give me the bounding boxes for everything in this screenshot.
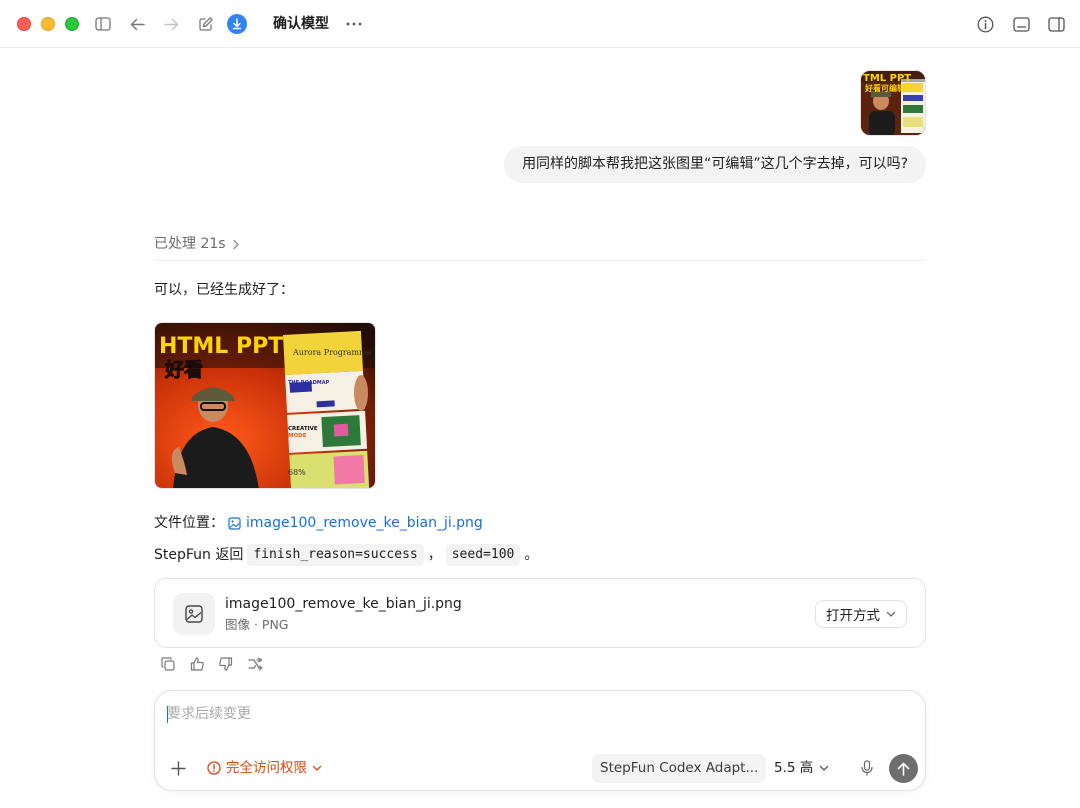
model-selector[interactable]: StepFun Codex Adapt...	[592, 754, 767, 783]
access-level-label: 完全访问权限	[226, 760, 307, 776]
new-chat-icon[interactable]	[196, 14, 216, 34]
open-with-label: 打开方式	[826, 608, 880, 624]
minimize-window-button[interactable]	[41, 17, 55, 31]
separator: ，	[427, 547, 442, 563]
close-window-button[interactable]	[17, 17, 31, 31]
file-location-label: 文件位置：	[154, 515, 224, 531]
svg-text:TML PPT: TML PPT	[863, 73, 911, 84]
panel-bottom-icon[interactable]	[1011, 14, 1031, 34]
inline-code-seed: seed=100	[445, 544, 521, 566]
back-arrow-icon[interactable]	[127, 14, 147, 34]
file-location-line: 文件位置： image100_remove_ke_bian_ji.png	[154, 513, 483, 533]
thumbs-up-icon[interactable]	[189, 656, 205, 672]
card-creative-text: CREATIVE	[288, 426, 318, 432]
generated-image-preview[interactable]: Aurora Programme THE ROADMAP CREATIVE MO…	[154, 322, 376, 489]
reply-intro: 可以，已经生成好了：	[154, 282, 294, 298]
image-file-icon	[228, 516, 241, 530]
file-card-meta: 图像 · PNG	[225, 617, 289, 632]
reasoning-effort-dropdown[interactable]: 5.5 高	[774, 759, 829, 777]
card-percent-text: 68%	[288, 468, 306, 477]
divider	[154, 260, 926, 261]
more-icon[interactable]	[344, 14, 364, 34]
card-aurora-text: Aurora Programme	[292, 348, 372, 357]
forward-arrow-icon[interactable]	[161, 14, 181, 34]
copy-icon[interactable]	[160, 656, 176, 672]
file-card-name: image100_remove_ke_bian_ji.png	[225, 596, 462, 612]
return-line: StepFun 返回 finish_reason=success ， seed=…	[154, 544, 538, 566]
image-headline-text: HTML PPT	[159, 334, 283, 359]
sidebar-toggle-icon[interactable]	[93, 14, 113, 34]
user-message-bubble: 用同样的脚本帮我把这张图里“可编辑”这几个字去掉，可以吗?	[504, 146, 926, 183]
thumbs-down-icon[interactable]	[218, 656, 234, 672]
composer: 完全访问权限 StepFun Codex Adapt... 5.5 高	[154, 690, 926, 791]
card-roadmap-text: THE ROADMAP	[288, 380, 330, 386]
reasoning-effort-label: 5.5 高	[774, 760, 814, 776]
chevron-down-icon	[312, 765, 322, 771]
arrow-up-icon	[897, 762, 910, 776]
chevron-right-icon	[232, 239, 239, 249]
return-prefix: StepFun 返回	[154, 547, 244, 563]
window-title: 确认模型	[273, 16, 329, 32]
chevron-down-icon	[820, 765, 829, 771]
text-caret	[167, 706, 168, 723]
file-link-text: image100_remove_ke_bian_ji.png	[246, 515, 483, 531]
file-card[interactable]: image100_remove_ke_bian_ji.png 图像 · PNG …	[154, 578, 926, 648]
title-bar: 确认模型	[0, 0, 1080, 48]
end-punct: 。	[524, 547, 539, 563]
svg-text:好看可编辑: 好看可编辑	[864, 83, 905, 93]
access-level-dropdown[interactable]: 完全访问权限	[207, 759, 322, 777]
message-actions	[160, 656, 263, 672]
processed-label: 已处理 21s	[154, 236, 226, 252]
open-with-button[interactable]: 打开方式	[815, 600, 907, 628]
add-attachment-icon[interactable]	[169, 759, 187, 777]
zoom-window-button[interactable]	[65, 17, 79, 31]
inline-code-finish-reason: finish_reason=success	[247, 544, 424, 566]
card-mode-text: MODE	[288, 433, 307, 439]
panel-right-icon[interactable]	[1046, 14, 1066, 34]
file-link[interactable]: image100_remove_ke_bian_ji.png	[228, 513, 483, 533]
user-attachment-thumbnail[interactable]: TML PPT 好看可编辑	[860, 70, 926, 136]
image-file-icon	[173, 593, 215, 635]
follow-up-input[interactable]	[167, 703, 907, 725]
fork-icon[interactable]	[247, 656, 263, 672]
microphone-icon[interactable]	[858, 759, 876, 777]
info-icon[interactable]	[975, 14, 995, 34]
warning-icon	[207, 761, 221, 775]
send-button[interactable]	[889, 754, 918, 783]
chevron-down-icon	[886, 611, 896, 617]
image-subtext: 好看	[164, 358, 203, 381]
processed-toggle[interactable]: 已处理 21s	[154, 234, 240, 254]
download-icon[interactable]	[227, 14, 247, 34]
